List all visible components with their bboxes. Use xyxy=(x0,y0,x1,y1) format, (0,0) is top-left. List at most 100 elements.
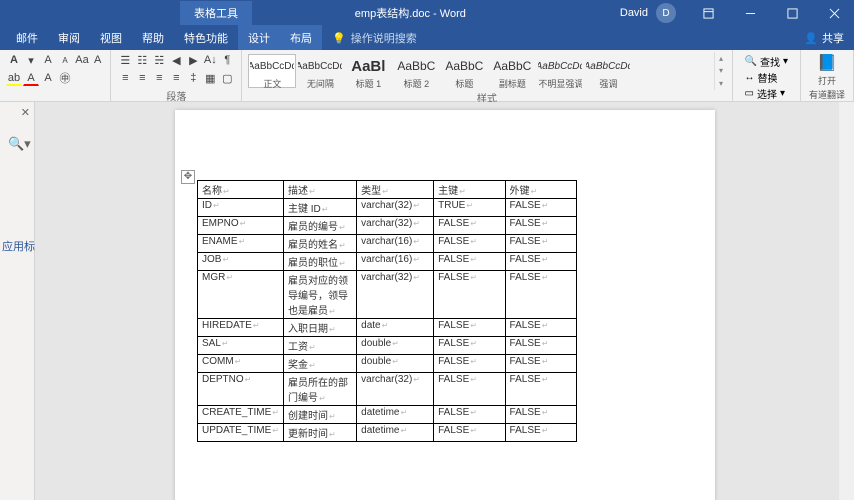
table-cell[interactable]: FALSE↵ xyxy=(505,406,576,424)
replace-button[interactable]: ↔替换 xyxy=(745,70,788,85)
table-cell[interactable]: FALSE↵ xyxy=(434,355,505,373)
decrease-indent-button[interactable]: ◀ xyxy=(168,52,184,68)
table-cell[interactable]: EMPNO↵ xyxy=(198,217,284,235)
shading-button[interactable]: ▦ xyxy=(202,70,218,86)
table-cell[interactable]: FALSE↵ xyxy=(434,319,505,337)
table-cell[interactable]: double↵ xyxy=(357,337,434,355)
table-cell[interactable]: 雇员对应的领导编号，领导也是雇员↵ xyxy=(283,271,356,319)
table-cell[interactable]: 雇员的姓名↵ xyxy=(283,235,356,253)
table-cell[interactable]: FALSE↵ xyxy=(505,235,576,253)
bold-button[interactable]: A xyxy=(6,52,22,68)
tab-design[interactable]: 设计 xyxy=(238,25,280,51)
highlight-button[interactable]: ab xyxy=(6,70,22,86)
table-cell[interactable]: HIREDATE↵ xyxy=(198,319,284,337)
table-cell[interactable]: CREATE_TIME↵ xyxy=(198,406,284,424)
style-item[interactable]: AaBl标题 1 xyxy=(344,54,392,88)
font-size-button[interactable]: ▾ xyxy=(23,52,39,68)
table-cell[interactable]: varchar(32)↵ xyxy=(357,199,434,217)
align-center-button[interactable]: ≡ xyxy=(134,70,150,86)
table-cell[interactable]: FALSE↵ xyxy=(434,235,505,253)
table-cell[interactable]: FALSE↵ xyxy=(434,373,505,406)
table-header-cell[interactable]: 描述↵ xyxy=(283,181,356,199)
table-cell[interactable]: datetime↵ xyxy=(357,406,434,424)
table-row[interactable]: CREATE_TIME↵创建时间↵datetime↵FALSE↵FALSE↵ xyxy=(198,406,577,424)
table-header-cell[interactable]: 主键↵ xyxy=(434,181,505,199)
numbering-button[interactable]: ☷ xyxy=(134,52,150,68)
table-cell[interactable]: FALSE↵ xyxy=(505,217,576,235)
tab-mail[interactable]: 邮件 xyxy=(6,25,48,51)
table-cell[interactable]: FALSE↵ xyxy=(505,271,576,319)
style-item[interactable]: AaBbCcDd不明显强调 xyxy=(536,54,584,88)
table-cell[interactable]: varchar(32)↵ xyxy=(357,217,434,235)
table-row[interactable]: ENAME↵雇员的姓名↵varchar(16)↵FALSE↵FALSE↵ xyxy=(198,235,577,253)
table-row[interactable]: MGR↵雇员对应的领导编号，领导也是雇员↵varchar(32)↵FALSE↵F… xyxy=(198,271,577,319)
table-cell[interactable]: FALSE↵ xyxy=(434,406,505,424)
enclose-button[interactable]: ㊥ xyxy=(57,70,73,86)
table-row[interactable]: SAL↵工资↵double↵FALSE↵FALSE↵ xyxy=(198,337,577,355)
bullets-button[interactable]: ☰ xyxy=(117,52,133,68)
table-cell[interactable]: 奖金↵ xyxy=(283,355,356,373)
table-cell[interactable]: 入职日期↵ xyxy=(283,319,356,337)
ribbon-display-button[interactable] xyxy=(688,0,728,26)
nav-close-button[interactable]: ✕ xyxy=(21,106,30,119)
table-cell[interactable]: FALSE↵ xyxy=(434,271,505,319)
table-cell[interactable]: double↵ xyxy=(357,355,434,373)
share-button[interactable]: 👤 共享 xyxy=(804,30,844,46)
tab-review[interactable]: 审阅 xyxy=(48,25,90,51)
tab-special[interactable]: 特色功能 xyxy=(174,25,238,51)
align-right-button[interactable]: ≡ xyxy=(151,70,167,86)
table-cell[interactable]: FALSE↵ xyxy=(434,253,505,271)
table-cell[interactable]: MGR↵ xyxy=(198,271,284,319)
tab-help[interactable]: 帮助 xyxy=(132,25,174,51)
shrink-font-button[interactable]: A xyxy=(57,52,73,68)
table-cell[interactable]: JOB↵ xyxy=(198,253,284,271)
tab-view[interactable]: 视图 xyxy=(90,25,132,51)
style-item[interactable]: AaBbC副标题 xyxy=(488,54,536,88)
find-button[interactable]: 🔍查找 ▾ xyxy=(745,54,788,69)
table-header-cell[interactable]: 名称↵ xyxy=(198,181,284,199)
table-cell[interactable]: FALSE↵ xyxy=(505,355,576,373)
styles-gallery[interactable]: AaBbCcDd正文AaBbCcDd无间隔AaBl标题 1AaBbC标题 2Aa… xyxy=(246,52,713,90)
table-cell[interactable]: 工资↵ xyxy=(283,337,356,355)
increase-indent-button[interactable]: ▶ xyxy=(185,52,201,68)
nav-search-icon[interactable]: 🔍▾ xyxy=(8,136,31,152)
table-row[interactable]: HIREDATE↵入职日期↵date↵FALSE↵FALSE↵ xyxy=(198,319,577,337)
document-table[interactable]: 名称↵描述↵类型↵主键↵外键↵ID↵主键 ID↵varchar(32)↵TRUE… xyxy=(197,180,577,442)
vertical-scrollbar[interactable] xyxy=(839,102,854,500)
table-cell[interactable]: date↵ xyxy=(357,319,434,337)
style-item[interactable]: AaBbCcDd无间隔 xyxy=(296,54,344,88)
minimize-button[interactable] xyxy=(730,0,770,26)
style-item[interactable]: AaBbCcDd强调 xyxy=(584,54,632,88)
table-cell[interactable]: 雇员所在的部门编号↵ xyxy=(283,373,356,406)
clear-format-button[interactable]: A xyxy=(91,52,104,68)
table-cell[interactable]: 雇员的职位↵ xyxy=(283,253,356,271)
page[interactable]: ✥ 名称↵描述↵类型↵主键↵外键↵ID↵主键 ID↵varchar(32)↵TR… xyxy=(175,110,715,500)
table-cell[interactable]: 更新时间↵ xyxy=(283,424,356,442)
translate-button[interactable]: 📘 打开 有道翻译 xyxy=(807,53,847,101)
close-button[interactable] xyxy=(814,0,854,26)
grow-font-button[interactable]: A xyxy=(40,52,56,68)
table-row[interactable]: EMPNO↵雇员的编号↵varchar(32)↵FALSE↵FALSE↵ xyxy=(198,217,577,235)
table-cell[interactable]: FALSE↵ xyxy=(505,337,576,355)
change-case-button[interactable]: Aa xyxy=(74,52,90,68)
justify-button[interactable]: ≡ xyxy=(168,70,184,86)
table-cell[interactable]: UPDATE_TIME↵ xyxy=(198,424,284,442)
table-cell[interactable]: FALSE↵ xyxy=(505,319,576,337)
table-move-handle[interactable]: ✥ xyxy=(181,170,195,184)
table-cell[interactable]: FALSE↵ xyxy=(505,199,576,217)
borders-button[interactable]: ▢ xyxy=(219,70,235,86)
table-cell[interactable]: FALSE↵ xyxy=(505,424,576,442)
table-cell[interactable]: DEPTNO↵ xyxy=(198,373,284,406)
tab-layout[interactable]: 布局 xyxy=(280,25,322,51)
table-cell[interactable]: FALSE↵ xyxy=(434,217,505,235)
table-cell[interactable]: COMM↵ xyxy=(198,355,284,373)
line-spacing-button[interactable]: ‡ xyxy=(185,70,201,86)
table-cell[interactable]: FALSE↵ xyxy=(505,373,576,406)
table-cell[interactable]: datetime↵ xyxy=(357,424,434,442)
table-cell[interactable]: 雇员的编号↵ xyxy=(283,217,356,235)
table-cell[interactable]: varchar(32)↵ xyxy=(357,271,434,319)
user-avatar[interactable]: D xyxy=(656,3,676,23)
table-cell[interactable]: TRUE↵ xyxy=(434,199,505,217)
sort-button[interactable]: A↓ xyxy=(202,52,218,68)
tell-me-search[interactable]: 💡 操作说明搜索 xyxy=(332,30,417,46)
